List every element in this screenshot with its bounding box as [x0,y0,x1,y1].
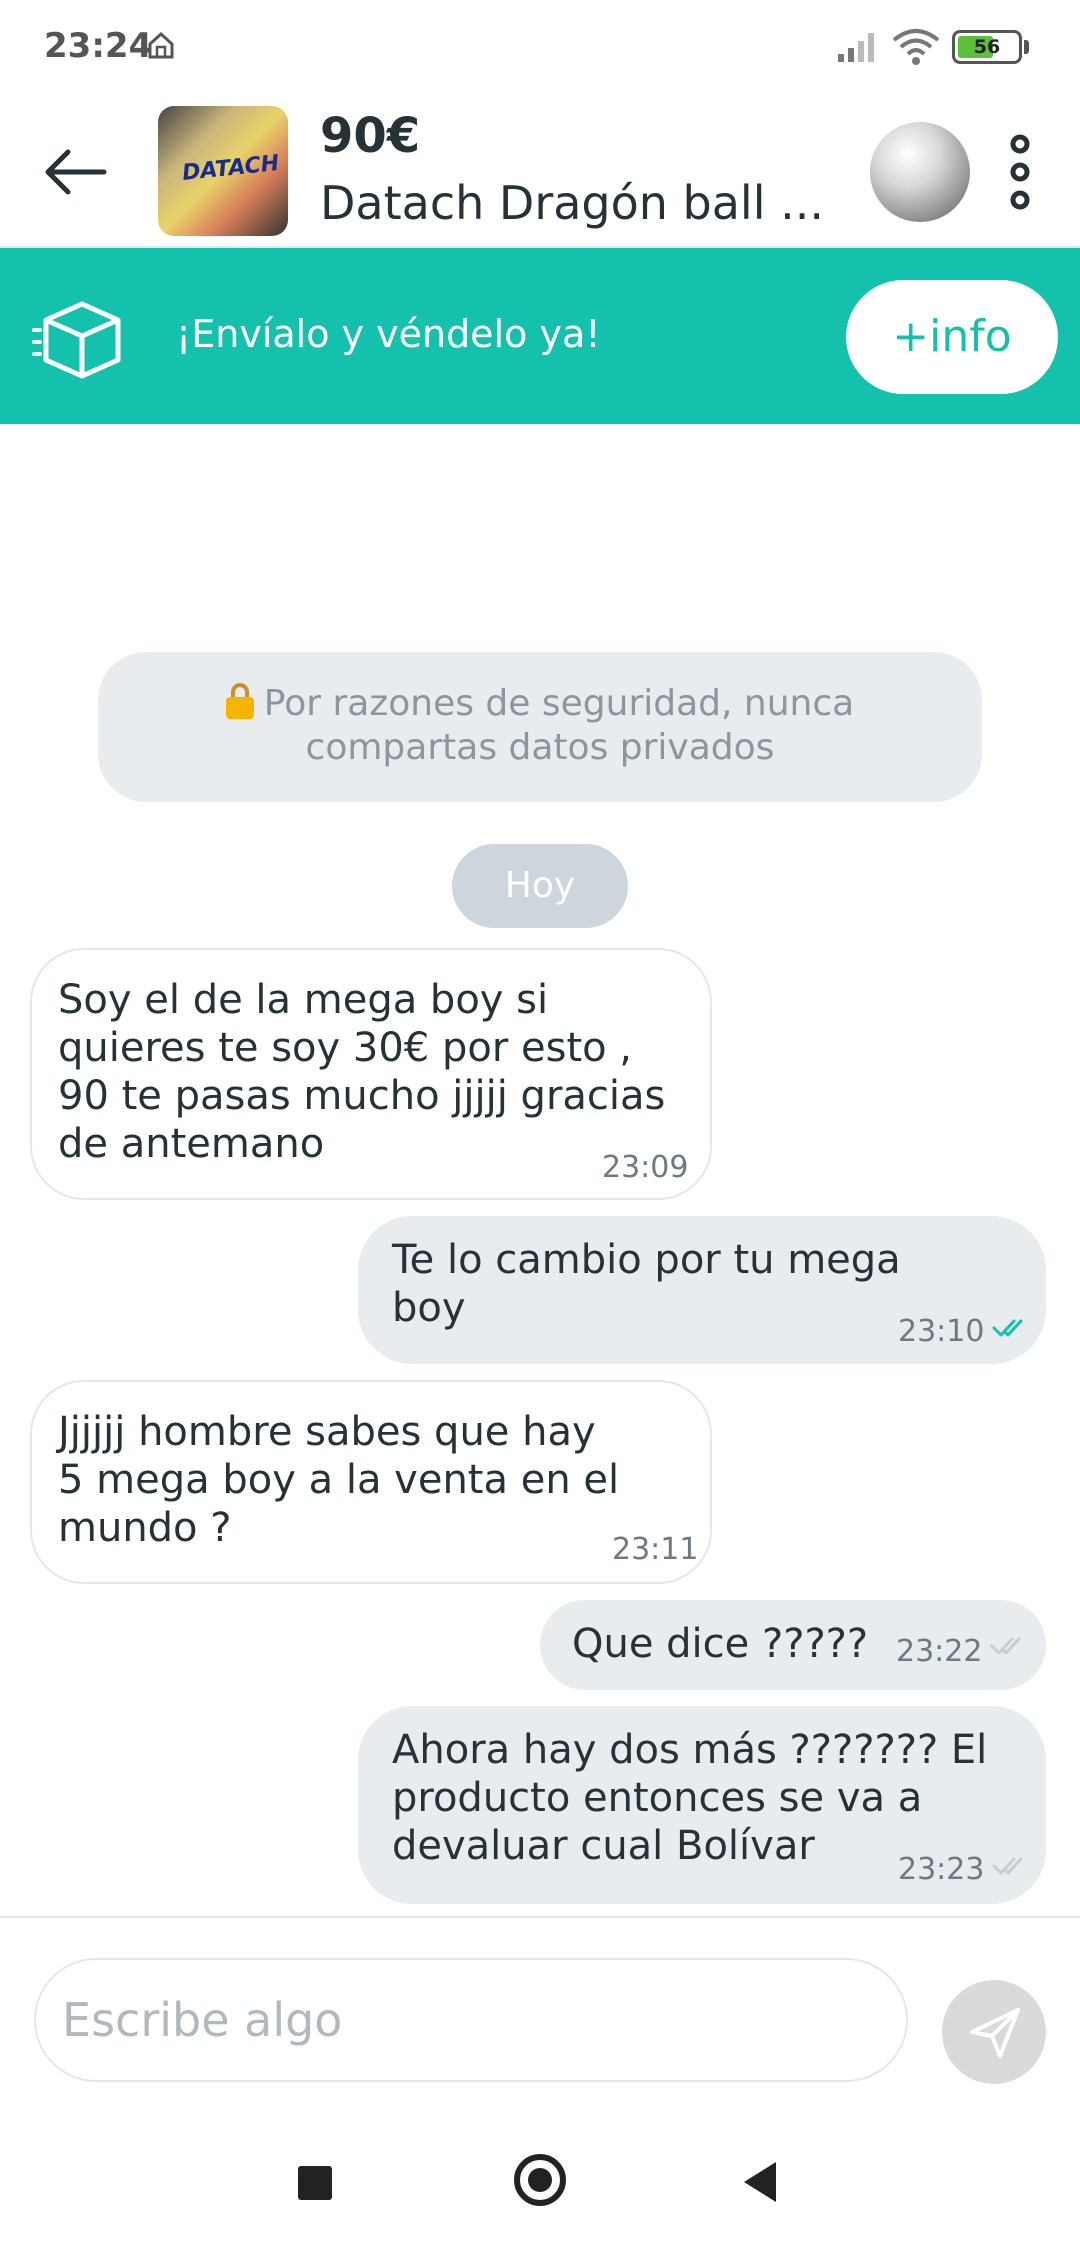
message-text: Soy el de la mega boy si quieres te soy … [58,976,698,1168]
battery-tip [1024,40,1029,54]
more-info-button[interactable]: +info [846,280,1058,394]
double-check-unread-icon [990,1637,1021,1655]
message-time: 23:23 [898,1852,985,1887]
chat-header: DATACH 90€ Datach Dragón ball ... [0,96,1080,248]
message-line: mundo ? [58,1505,232,1551]
status-time: 23:24 [44,26,153,66]
message-line: 90 te pasas mucho jjjjj gracias [58,1073,666,1119]
security-notice-line1: Por razones de seguridad, nunca [98,682,982,726]
message-line: Soy el de la mega boy si [58,977,549,1023]
product-thumbnail[interactable]: DATACH [158,106,288,236]
message-text: Jjjjjj hombre sabes que hay 5 mega boy a… [58,1408,698,1552]
wifi-icon [892,29,940,65]
more-vertical-icon[interactable] [996,132,1044,212]
message-time: 23:11 [612,1532,699,1567]
home-button[interactable] [514,2154,566,2206]
battery-icon: 56 [952,30,1022,64]
message-line: quieres te soy 30€ por esto , [58,1025,633,1071]
system-navigation-bar [0,2116,1080,2246]
signal-icon [838,33,874,62]
incoming-message[interactable]: Jjjjjj hombre sabes que hay 5 mega boy a… [30,1380,712,1584]
message-line: producto entonces se va a [392,1775,923,1821]
security-line1-text: Por razones de seguridad, nunca [263,683,855,724]
day-separator: Hoy [452,844,628,928]
outgoing-message[interactable]: Te lo cambio por tu mega boy 23:10 [358,1216,1046,1364]
double-check-unread-icon [992,1857,1023,1875]
box-icon [32,301,121,379]
status-bar: 23:24 56 [0,0,1080,96]
recent-apps-button[interactable] [298,2166,332,2200]
message-time: 23:10 [898,1314,985,1349]
security-notice: Por razones de seguridad, nunca comparta… [98,652,982,802]
arrow-left-icon[interactable] [40,136,112,208]
product-title[interactable]: Datach Dragón ball ... [320,176,840,230]
thumbnail-logo-text: DATACH [180,150,281,187]
outgoing-message[interactable]: Que dice ????? 23:22 [540,1600,1046,1690]
home-icon [148,31,174,59]
banner-text: ¡Envíalo y véndelo ya! [176,312,601,356]
shipping-promo-banner: ¡Envíalo y véndelo ya! +info [0,248,1080,424]
message-time: 23:09 [602,1150,689,1185]
message-input[interactable] [34,1958,908,2082]
message-line: Te lo cambio por tu mega [392,1237,901,1283]
message-line: 5 mega boy a la venta en el [58,1457,620,1503]
message-text: Que dice ????? [572,1620,902,1668]
message-time: 23:22 [896,1634,983,1669]
security-notice-line2: compartas datos privados [305,727,775,768]
product-price: 90€ [320,108,421,164]
outgoing-message[interactable]: Ahora hay dos más ??????? El producto en… [358,1706,1046,1904]
message-line: Que dice ????? [572,1621,869,1667]
message-line: Ahora hay dos más ??????? El [392,1727,988,1773]
avatar[interactable] [870,122,970,222]
lock-icon [225,683,254,719]
incoming-message[interactable]: Soy el de la mega boy si quieres te soy … [30,948,712,1200]
send-button[interactable] [942,1980,1046,2084]
battery-level: 56 [973,36,1001,58]
message-line: Jjjjjj hombre sabes que hay [58,1409,596,1455]
send-icon [970,2008,1020,2058]
system-back-button[interactable] [744,2162,776,2202]
message-composer [0,1916,1080,2116]
double-check-read-icon [992,1319,1023,1337]
